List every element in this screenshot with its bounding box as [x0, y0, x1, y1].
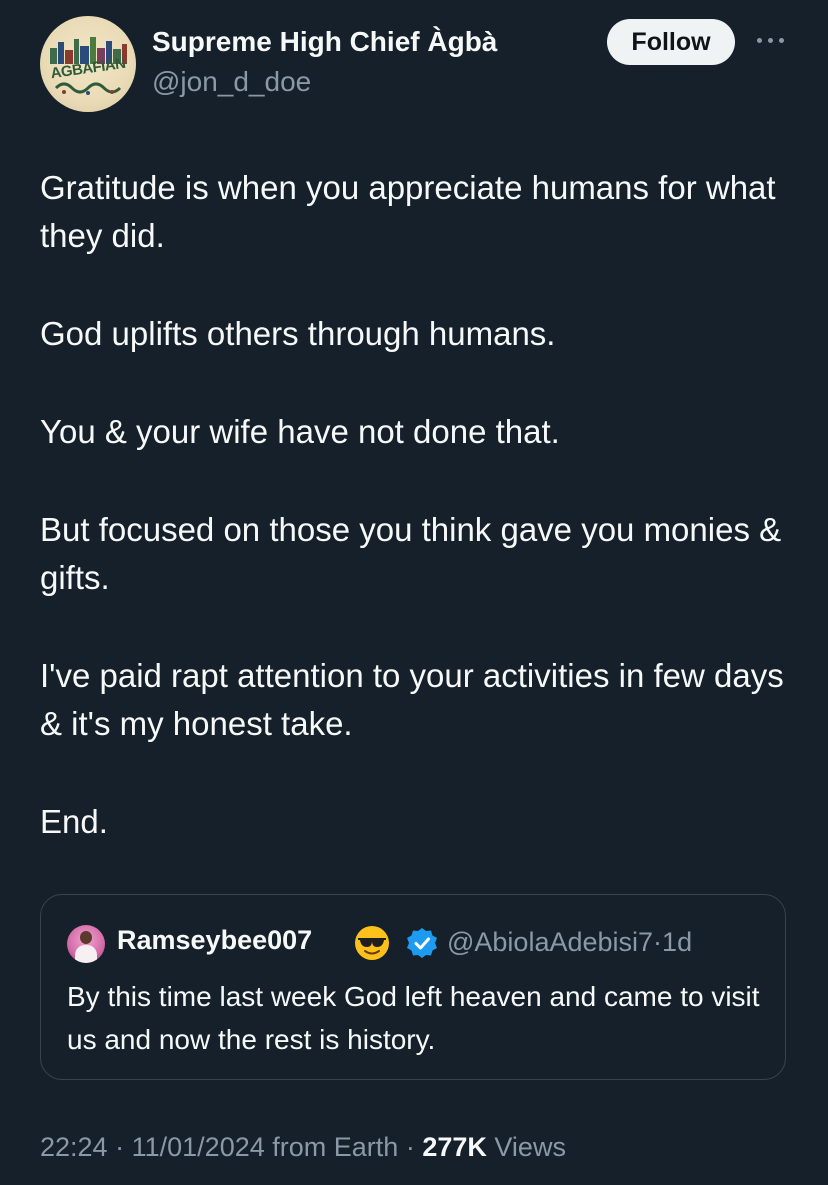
tweet-paragraph: You & your wife have not done that.: [40, 413, 560, 450]
quoted-time: 1d: [662, 927, 693, 957]
footer-separator: ·: [405, 1132, 415, 1162]
tweet-paragraph: I've paid rapt attention to your activit…: [40, 657, 784, 742]
quoted-tweet[interactable]: Ramseybee007 @AbiolaAdebisi7·1d By this …: [40, 894, 786, 1080]
author-avatar[interactable]: AGBAFIAN: [40, 16, 136, 112]
quoted-author-handle: @AbiolaAdebisi7: [447, 927, 654, 957]
views-label: Views: [494, 1132, 566, 1162]
quoted-text: By this time last week God left heaven a…: [67, 981, 760, 1055]
more-options-icon[interactable]: [751, 28, 791, 52]
views-count: 277K: [422, 1132, 487, 1162]
follow-button[interactable]: Follow: [607, 19, 735, 65]
post-time[interactable]: 22:24: [40, 1132, 108, 1162]
tweet-paragraph: But focused on those you think gave you …: [40, 511, 782, 596]
post-source: from Earth: [272, 1132, 399, 1162]
sunglasses-emoji-icon: [355, 926, 389, 960]
avatar-decoration: [54, 82, 122, 95]
quoted-author-avatar: [67, 925, 105, 963]
tweet-paragraph: Gratitude is when you appreciate humans …: [40, 169, 776, 254]
tweet-paragraph: End.: [40, 803, 108, 840]
author-handle[interactable]: @jon_d_doe: [152, 66, 311, 98]
verified-badge-icon: [407, 928, 437, 958]
tweet-header: AGBAFIAN Supreme High Chief Àgbà @jon_d_…: [40, 16, 800, 116]
author-name[interactable]: Supreme High Chief Àgbà: [152, 26, 497, 58]
quoted-meta: @AbiolaAdebisi7·1d: [447, 927, 692, 958]
tweet-text: Gratitude is when you appreciate humans …: [40, 164, 800, 896]
footer-separator: ·: [115, 1132, 125, 1162]
tweet-paragraph: God uplifts others through humans.: [40, 315, 556, 352]
tweet-footer: 22:24 · 11/01/2024 from Earth · 277K Vie…: [40, 1132, 566, 1163]
quoted-author-name: Ramseybee007: [117, 925, 313, 955]
post-date[interactable]: 11/01/2024: [132, 1132, 265, 1162]
meta-separator: ·: [653, 927, 663, 957]
